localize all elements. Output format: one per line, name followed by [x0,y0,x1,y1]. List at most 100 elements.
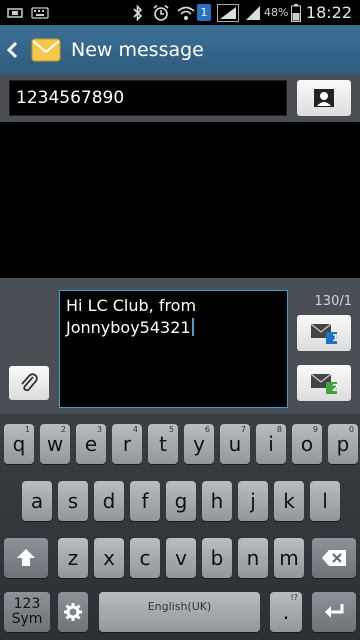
key-y[interactable]: y6 [184,424,214,464]
usb-icon [6,0,24,25]
enter-icon [325,604,344,618]
key-label: g [174,489,188,513]
key-e[interactable]: e3 [76,424,106,464]
back-chevron-icon[interactable] [6,25,22,75]
key-label: p [336,432,350,456]
keyboard: 123 Sym English(UK) . !? q1w2e3r4t5y6u7i… [0,414,360,640]
battery-icon [290,0,302,25]
send-sim2-button[interactable]: 2 [297,365,351,401]
key-label: q [12,432,26,456]
sim1-label: 1 [332,333,339,344]
key-m[interactable]: m [274,538,304,578]
alarm-icon [150,0,172,25]
enter-key[interactable] [312,592,356,632]
period-key-label: . [282,600,290,624]
key-t[interactable]: t5 [148,424,178,464]
key-k[interactable]: k [274,481,304,521]
keyboard-icon [30,0,50,25]
settings-key[interactable] [58,592,88,632]
key-hint: 6 [204,425,210,434]
key-label: u [228,432,242,456]
key-hint: 3 [96,425,102,434]
message-input[interactable]: Hi LC Club, from Jonnyboy54321 [59,290,288,408]
key-b[interactable]: b [202,538,232,578]
message-text: Hi LC Club, from Jonnyboy54321 [66,296,197,337]
text-cursor [191,318,194,336]
wifi-icon [176,0,196,25]
paperclip-icon [21,373,38,392]
key-r[interactable]: r4 [112,424,142,464]
key-o[interactable]: o9 [292,424,322,464]
recipient-bar: 1234567890 [0,75,360,122]
key-label: e [84,432,98,456]
key-hint: 9 [312,425,318,434]
key-c[interactable]: c [130,538,160,578]
key-hint: 0 [348,425,354,434]
key-hint: 7 [240,425,246,434]
period-key[interactable]: . !? [270,592,302,632]
key-label: c [139,546,151,570]
key-x[interactable]: x [94,538,124,578]
key-g[interactable]: g [166,481,196,521]
key-hint: 1 [24,425,30,434]
backspace-key[interactable] [312,538,356,578]
status-bar: 1 48% 18:22 [0,0,360,25]
key-label: o [300,432,314,456]
attach-button[interactable] [9,366,49,400]
space-key[interactable]: English(UK) [99,592,260,632]
symbols-key[interactable]: 123 Sym [4,592,50,632]
key-a[interactable]: a [22,481,52,521]
space-key-label: English(UK) [147,600,212,613]
key-label: d [102,489,116,513]
key-label: t [159,432,167,456]
bluetooth-icon [130,0,146,25]
page-title: New message [71,39,204,61]
backspace-icon [322,550,346,566]
shift-icon [17,549,35,566]
key-d[interactable]: d [94,481,124,521]
key-hint: 8 [276,425,282,434]
contact-picker-button[interactable] [297,80,351,116]
settings-gear-icon [64,603,82,621]
key-label: x [103,546,115,570]
key-v[interactable]: v [166,538,196,578]
key-n[interactable]: n [238,538,268,578]
shift-key[interactable] [4,538,48,578]
conversation-area [0,122,360,278]
key-hint: 2 [60,425,66,434]
message-app-icon[interactable] [30,34,62,66]
key-label: j [250,489,256,513]
signal-icon-1 [216,0,240,25]
key-label: l [322,489,328,513]
key-hint: 4 [132,425,138,434]
key-label: z [67,546,79,570]
battery-percent: 48% [264,6,289,19]
key-q[interactable]: q1 [4,424,34,464]
key-label: m [279,546,299,570]
key-u[interactable]: u7 [220,424,250,464]
key-w[interactable]: w2 [40,424,70,464]
contact-person-icon [314,89,334,107]
key-i[interactable]: i8 [256,424,286,464]
key-label: n [246,546,260,570]
symbols-key-label: 123 Sym [11,596,43,627]
key-label: y [193,432,205,456]
clock: 18:22 [305,3,352,22]
key-h[interactable]: h [202,481,232,521]
recipient-input[interactable]: 1234567890 [9,80,287,116]
send-sim1-button[interactable]: 1 [297,315,351,351]
key-label: r [122,432,132,456]
key-label: s [67,489,79,513]
key-label: f [141,489,149,513]
key-p[interactable]: p0 [328,424,358,464]
key-f[interactable]: f [130,481,160,521]
key-label: k [283,489,295,513]
key-s[interactable]: s [58,481,88,521]
period-key-hint: !? [290,593,298,602]
key-label: v [175,546,187,570]
action-bar: New message [0,25,360,75]
key-l[interactable]: l [310,481,340,521]
signal-icon [244,0,262,25]
key-j[interactable]: j [238,481,268,521]
key-z[interactable]: z [58,538,88,578]
